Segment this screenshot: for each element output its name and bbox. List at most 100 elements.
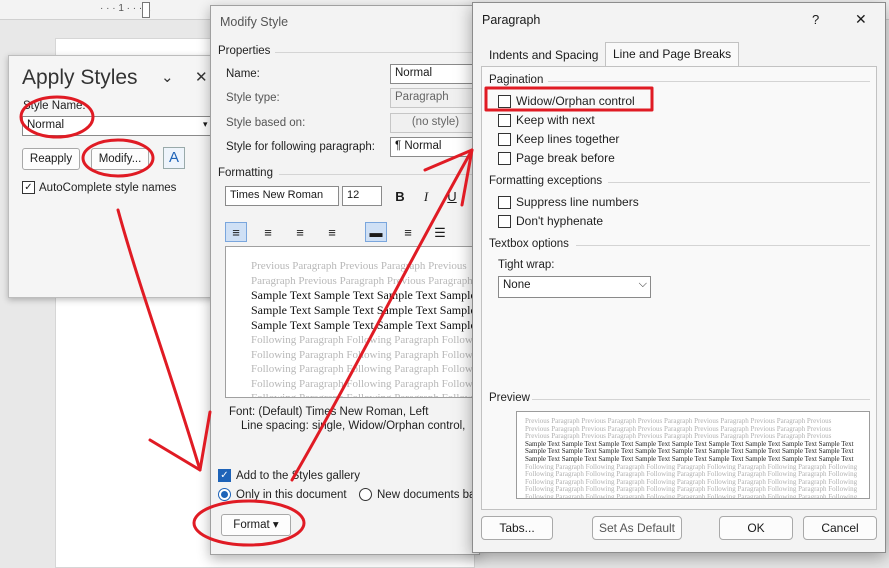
keep-next-checkbox[interactable]	[498, 113, 511, 127]
double-spacing-icon[interactable]: ☰	[429, 222, 451, 242]
styles-pane-icon[interactable]: A	[163, 147, 185, 169]
modify-preview-box: Previous Paragraph Previous Paragraph Pr…	[225, 246, 481, 398]
style-type-label: Style type:	[226, 92, 280, 104]
based-on-select: (no style)	[390, 113, 481, 133]
only-doc-radio[interactable]	[218, 488, 231, 501]
modify-style-dialog: Modify Style Properties Name: Normal Sty…	[210, 5, 481, 555]
italic-button[interactable]: I	[415, 186, 437, 206]
dont-hyphenate-checkbox[interactable]	[498, 214, 511, 228]
suppress-lines-checkbox[interactable]	[498, 195, 511, 209]
modify-button[interactable]: Modify...	[91, 148, 149, 170]
tight-wrap-value: None	[503, 279, 531, 291]
preview-header: Preview	[489, 392, 530, 404]
chevron-down-icon: ⌵	[638, 278, 647, 290]
keep-lines-row[interactable]: Keep lines together	[498, 132, 619, 146]
preview-following-line: Following Paragraph Following Paragraph …	[251, 348, 481, 361]
properties-header: Properties	[218, 45, 271, 57]
justify-icon[interactable]: ≡	[321, 222, 343, 242]
new-docs-label: New documents ba	[377, 488, 476, 501]
dont-hyphenate-label: Don't hyphenate	[516, 214, 604, 228]
widow-orphan-checkbox[interactable]	[498, 94, 511, 108]
tight-wrap-select[interactable]: None ⌵	[498, 276, 651, 298]
style-name-value: Normal	[27, 119, 65, 131]
following-value: ¶ Normal	[395, 140, 442, 152]
keep-lines-checkbox[interactable]	[498, 132, 511, 146]
single-spacing-icon[interactable]: ▬	[365, 222, 387, 242]
add-gallery-row[interactable]: ✓ Add to the Styles gallery	[218, 469, 360, 482]
reapply-button[interactable]: Reapply	[22, 148, 80, 170]
tab-indents-spacing[interactable]: Indents and Spacing	[482, 44, 605, 66]
pagination-header: Pagination	[489, 74, 544, 86]
autocomplete-checkbox[interactable]: ✓	[22, 181, 35, 194]
help-icon[interactable]: ?	[812, 12, 819, 27]
font-select[interactable]: Times New Roman	[225, 186, 339, 206]
new-docs-row[interactable]: New documents ba	[359, 488, 475, 501]
dropdown-arrow-icon[interactable]: ▾	[203, 119, 208, 130]
add-gallery-label: Add to the Styles gallery	[236, 469, 361, 482]
keep-next-label: Keep with next	[516, 113, 595, 127]
ok-button[interactable]: OK	[719, 516, 793, 540]
only-doc-row[interactable]: Only in this document	[218, 488, 347, 501]
preview-following-line: Following Paragraph Following Paragraph …	[251, 363, 481, 375]
onehalf-spacing-icon[interactable]: ≡	[397, 222, 419, 242]
autocomplete-label: AutoComplete style names	[39, 181, 177, 194]
chevron-down-icon[interactable]: ⌄	[161, 68, 174, 86]
preview-previous-line: Paragraph Previous Paragraph Previous Pa…	[251, 274, 473, 287]
new-docs-radio[interactable]	[359, 488, 372, 501]
formatting-header: Formatting	[218, 167, 273, 179]
name-value: Normal	[395, 67, 433, 79]
keep-next-row[interactable]: Keep with next	[498, 113, 595, 127]
font-value: Times New Roman	[230, 189, 324, 201]
name-label: Name:	[226, 68, 260, 80]
style-type-value: Paragraph	[395, 91, 449, 103]
style-name-input[interactable]: Normal	[22, 116, 212, 136]
name-input[interactable]: Normal	[390, 64, 481, 84]
preview-following-line: Following Paragraph Following Paragraph …	[251, 377, 481, 390]
apply-styles-pane: Apply Styles ⌄ ✕ Style Name: Normal ▾ Re…	[8, 55, 230, 298]
preview-sample-line: Sample Text Sample Text Sample Text Samp…	[251, 303, 481, 317]
set-default-button[interactable]: Set As Default	[592, 516, 682, 540]
following-select[interactable]: ¶ Normal	[390, 137, 481, 157]
preview-following-line: Following Paragraph Following Paragraph …	[251, 392, 481, 398]
paragraph-dialog: Paragraph ? ✕ Indents and Spacing Line a…	[472, 2, 886, 553]
close-icon[interactable]: ✕	[855, 11, 867, 28]
close-icon[interactable]: ✕	[195, 68, 208, 86]
preview-following-line: Following Paragraph Following Paragraph …	[525, 492, 858, 499]
tab-line-page-breaks[interactable]: Line and Page Breaks	[605, 42, 740, 67]
underline-button[interactable]: U	[441, 186, 463, 206]
preview-following-line: Following Paragraph Following Paragraph …	[251, 334, 481, 346]
format-button[interactable]: Format ▾	[221, 514, 291, 536]
description-line: Line spacing: single, Widow/Orphan contr…	[241, 420, 466, 432]
tab-panel: Pagination Widow/Orphan control Keep wit…	[481, 66, 877, 510]
style-type-select: Paragraph	[390, 88, 481, 108]
divider	[279, 174, 481, 175]
size-select[interactable]: 12	[342, 186, 382, 206]
exceptions-header: Formatting exceptions	[489, 175, 603, 187]
divider	[548, 81, 870, 82]
paragraph-preview-box: Previous Paragraph Previous Paragraph Pr…	[516, 411, 870, 499]
keep-lines-label: Keep lines together	[516, 132, 620, 146]
tabs-button[interactable]: Tabs...	[481, 516, 553, 540]
size-value: 12	[347, 189, 360, 201]
align-right-icon[interactable]: ≡	[289, 222, 311, 242]
page-break-checkbox[interactable]	[498, 151, 511, 165]
preview-previous-line: Previous Paragraph Previous Paragraph Pr…	[251, 260, 467, 272]
add-gallery-checkbox[interactable]: ✓	[218, 469, 231, 482]
preview-sample-line: Sample Text Sample Text Sample Text Samp…	[251, 288, 481, 302]
modify-style-title: Modify Style	[220, 15, 289, 29]
apply-styles-title: Apply Styles	[22, 66, 138, 89]
divider	[576, 245, 870, 246]
align-center-icon[interactable]: ≡	[257, 222, 279, 242]
following-label: Style for following paragraph:	[226, 141, 375, 153]
align-left-icon[interactable]: ≡	[225, 222, 247, 242]
dont-hyphenate-row[interactable]: Don't hyphenate	[498, 214, 603, 228]
paragraph-title: Paragraph	[482, 13, 541, 27]
page-break-row[interactable]: Page break before	[498, 151, 615, 165]
autocomplete-row[interactable]: ✓ AutoComplete style names	[22, 181, 176, 194]
textbox-header: Textbox options	[489, 238, 569, 250]
cancel-button[interactable]: Cancel	[803, 516, 877, 540]
bold-button[interactable]: B	[389, 186, 411, 206]
indent-marker[interactable]	[142, 2, 150, 18]
suppress-lines-row[interactable]: Suppress line numbers	[498, 195, 639, 209]
widow-orphan-row[interactable]: Widow/Orphan control	[498, 94, 635, 108]
